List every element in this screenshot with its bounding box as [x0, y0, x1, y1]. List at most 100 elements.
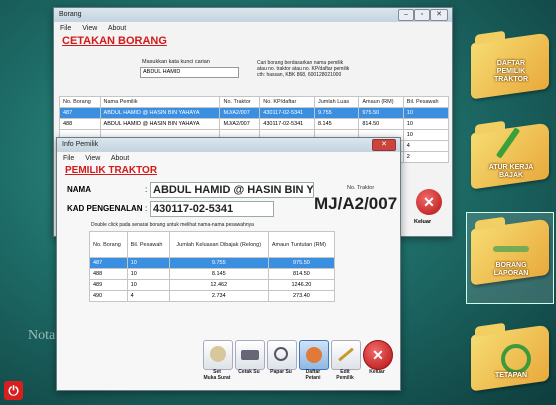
- table-cell: 4: [126, 290, 170, 302]
- kp-label: KAD PENGENALAN: [67, 204, 143, 213]
- table-cell: 10: [402, 107, 450, 119]
- table-cell: 4: [402, 140, 450, 152]
- set-muka-surat-button[interactable]: [203, 340, 233, 370]
- magnifier-icon: [274, 347, 288, 361]
- menu-bar: File View About: [57, 152, 400, 165]
- column-header[interactable]: No. KP/daftar: [259, 96, 315, 108]
- table-row[interactable]: 487 ABDUL HAMID @ HASIN BIN YAHAYA MJ/A2…: [59, 107, 450, 119]
- window-title: Borang: [59, 11, 82, 18]
- keluar-label: Keluar: [414, 219, 432, 225]
- column-header[interactable]: No. Borang: [59, 96, 101, 108]
- table-cell: 490: [89, 290, 128, 302]
- window-titlebar: Info Pemilik ✕: [57, 138, 400, 152]
- table-cell: 488: [59, 118, 101, 130]
- traktor-value: MJ/A2/007: [314, 194, 398, 213]
- side-icon-label: BORANG LAPORAN: [493, 262, 529, 277]
- table-cell: 10: [402, 118, 450, 130]
- traktor-label: No. Traktor: [347, 185, 375, 191]
- table-cell: 8.145: [313, 118, 360, 130]
- window-title: Info Pemilik: [62, 141, 99, 148]
- column-header[interactable]: No. Borang: [89, 231, 128, 258]
- table-cell: 430117-02-5341: [259, 118, 315, 130]
- column-header[interactable]: Jumlah Keluasan Dibajak (Relong): [168, 231, 269, 258]
- table-cell: 10: [402, 129, 450, 141]
- table-cell: 487: [89, 257, 128, 269]
- table-cell: 9.755: [313, 107, 360, 119]
- toolbar-label: Papar Su: [270, 369, 292, 375]
- menu-file[interactable]: File: [60, 25, 71, 32]
- desktop-watermark: Nota: [28, 328, 56, 343]
- print-icon: [241, 350, 259, 360]
- column-header[interactable]: Amaun Tuntutan (RM): [267, 231, 336, 258]
- daftar-pemilik-traktor-icon[interactable]: DAFTAR PEMILIK TRAKTOR: [465, 30, 553, 102]
- table-cell: 975.50: [358, 107, 404, 119]
- toolbar-label: Daftar Petani: [305, 369, 321, 381]
- document-icon: [493, 246, 529, 252]
- page-title: PEMILIK TRAKTOR: [65, 165, 158, 176]
- table-row[interactable]: 489 10 12.462 1246.20: [89, 279, 336, 291]
- close-button[interactable]: ✕: [372, 139, 396, 151]
- search-input[interactable]: ABDUL HAMID: [140, 67, 239, 78]
- menu-about[interactable]: About: [108, 25, 126, 32]
- borang-list-table: No. Borang Bil. Pesawah Jumlah Keluasan …: [89, 231, 336, 302]
- side-icon-label: TETAPAN: [494, 372, 528, 379]
- table-cell: 814.50: [358, 118, 404, 130]
- coins-icon: [210, 346, 226, 362]
- nama-label: NAMA: [67, 185, 91, 194]
- column-header[interactable]: Bil. Pesawah: [402, 96, 450, 108]
- colon: :: [145, 185, 148, 194]
- keluar-button[interactable]: ✕: [416, 189, 442, 215]
- daftar-petani-button[interactable]: [299, 340, 329, 370]
- close-button[interactable]: ✕: [430, 9, 448, 21]
- page-title: CETAKAN BORANG: [62, 35, 167, 47]
- menu-view[interactable]: View: [82, 25, 97, 32]
- search-hint: Cari borang berdasarkan nama pemilik ata…: [257, 60, 350, 78]
- toolbar-label: Keluar: [369, 369, 385, 375]
- table-cell: 12.462: [168, 279, 269, 291]
- minimize-button[interactable]: –: [398, 9, 414, 21]
- side-icon-label: ATUR KERJA BAJAK: [488, 164, 534, 179]
- toolbar-label: Cetak Su: [238, 369, 260, 375]
- edit-pemilik-button[interactable]: [331, 340, 361, 370]
- close-icon: ✕: [372, 347, 384, 363]
- column-header[interactable]: Nama Pemilik: [99, 96, 221, 108]
- menu-about[interactable]: About: [111, 155, 129, 162]
- tetapan-icon[interactable]: TETAPAN: [465, 322, 553, 394]
- kp-field: 430117-02-5341: [150, 201, 274, 217]
- column-header[interactable]: Jumlah Luas: [313, 96, 360, 108]
- table-cell: 975.50: [267, 257, 336, 269]
- table-row[interactable]: 488 10 8.145 814.50: [89, 268, 336, 280]
- table-cell: 10: [126, 268, 170, 280]
- table-cell: 273.40: [267, 290, 336, 302]
- table-row[interactable]: 490 4 2.734 273.40: [89, 290, 336, 302]
- maximize-button[interactable]: ▫: [414, 9, 430, 21]
- table-cell: 2.734: [168, 290, 269, 302]
- table-row[interactable]: 488 ABDUL HAMID @ HASIN BIN YAHAYA MJ/A2…: [59, 118, 450, 130]
- column-header[interactable]: Bil. Pesawah: [126, 231, 170, 258]
- table-cell: ABDUL HAMID @ HASIN BIN YAHAYA: [99, 118, 221, 130]
- toolbar-label: Edit Pemilik: [336, 369, 354, 381]
- table-cell: 10: [126, 279, 170, 291]
- colon: :: [145, 204, 148, 213]
- table-cell: 1246.20: [267, 279, 336, 291]
- table-cell: 430117-02-5341: [259, 107, 315, 119]
- menu-view[interactable]: View: [85, 155, 100, 162]
- borang-laporan-icon[interactable]: BORANG LAPORAN: [465, 216, 553, 288]
- keluar-button[interactable]: ✕: [363, 340, 393, 370]
- gear-icon: [501, 344, 531, 374]
- menu-bar: File View About: [54, 22, 452, 35]
- power-icon[interactable]: ⏻: [4, 381, 23, 400]
- cetak-button[interactable]: [235, 340, 265, 370]
- menu-file[interactable]: File: [63, 155, 74, 162]
- column-header[interactable]: No. Traktor: [219, 96, 261, 108]
- column-header[interactable]: Amaun (RM): [358, 96, 404, 108]
- window-titlebar: Borang – ▫ ✕: [54, 8, 452, 22]
- users-icon: [306, 347, 322, 363]
- table-row[interactable]: 487 10 9.755 975.50: [89, 257, 336, 269]
- side-icon-label: DAFTAR PEMILIK TRAKTOR: [493, 60, 529, 83]
- table-cell: MJ/A2/007: [219, 118, 261, 130]
- atur-kerja-bajak-icon[interactable]: ATUR KERJA BAJAK: [465, 120, 553, 192]
- table-cell: 488: [89, 268, 128, 280]
- search-label: Masukkan kata kunci carian: [142, 59, 210, 65]
- papar-button[interactable]: [267, 340, 297, 370]
